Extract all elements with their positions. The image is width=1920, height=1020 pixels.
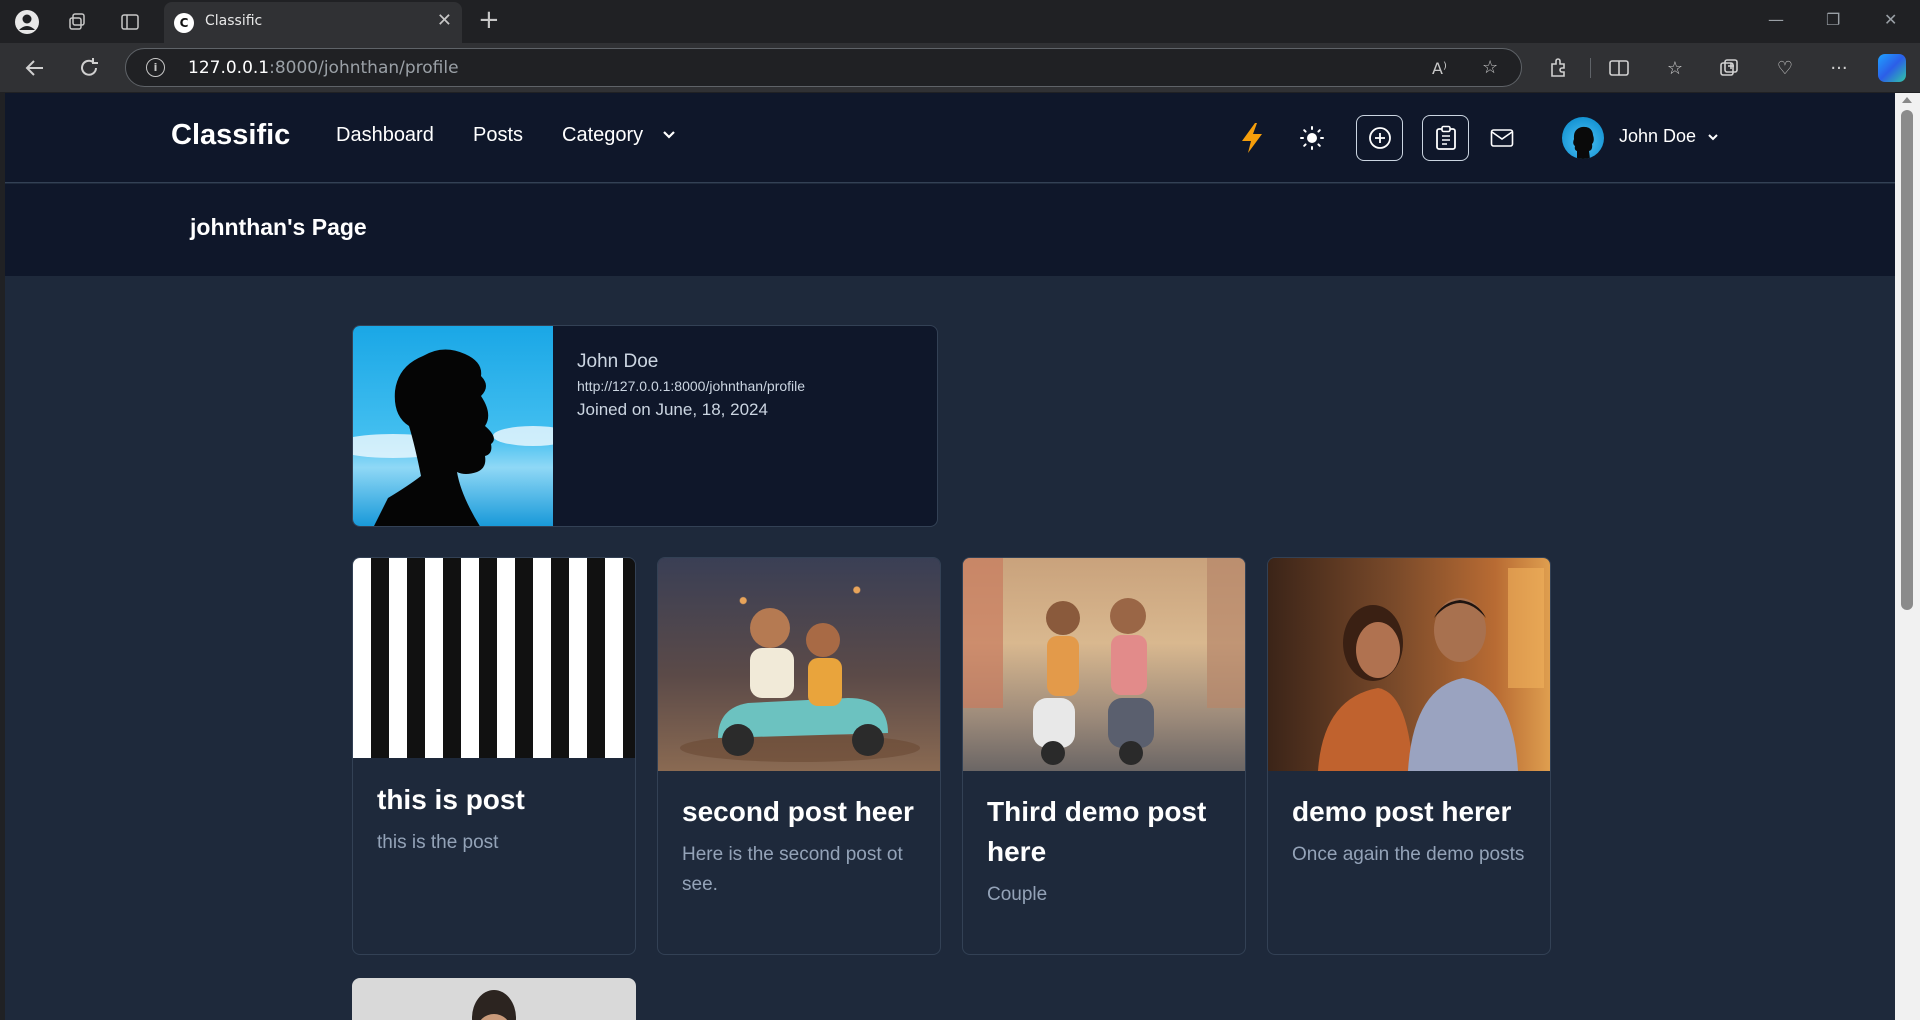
page-title-band: johnthan's Page bbox=[5, 184, 1895, 276]
back-icon[interactable] bbox=[22, 55, 48, 81]
post-image bbox=[1268, 558, 1550, 771]
scroll-up-arrow-icon[interactable] bbox=[1902, 97, 1912, 103]
profile-name: John Doe bbox=[577, 351, 659, 372]
url-text[interactable]: 127.0.0.1:8000/johnthan/profile bbox=[188, 58, 459, 78]
browser-essentials-icon[interactable]: ♡ bbox=[1772, 55, 1798, 81]
workspaces-icon[interactable] bbox=[64, 9, 90, 35]
tab-title: Classific bbox=[205, 13, 263, 29]
tab-favicon-icon: C bbox=[174, 13, 194, 33]
minimize-icon[interactable]: — bbox=[1768, 10, 1784, 29]
post-image bbox=[472, 990, 516, 1020]
close-tab-icon[interactable]: ✕ bbox=[437, 11, 452, 31]
theme-toggle-sun-icon[interactable] bbox=[1295, 121, 1329, 155]
site-info-icon[interactable]: i bbox=[146, 58, 165, 77]
restore-icon[interactable]: ❐ bbox=[1826, 10, 1840, 29]
mail-icon[interactable] bbox=[1485, 121, 1519, 155]
clipboard-icon bbox=[1435, 125, 1456, 150]
copilot-icon[interactable] bbox=[1878, 54, 1906, 82]
read-aloud-icon[interactable]: A⁾ bbox=[1432, 59, 1447, 78]
more-menu-icon[interactable]: ··· bbox=[1826, 55, 1852, 81]
browser-tab[interactable]: C Classific ✕ bbox=[164, 2, 462, 43]
post-body: this is the post bbox=[377, 832, 499, 853]
scrollbar-thumb[interactable] bbox=[1901, 110, 1913, 610]
address-bar[interactable]: i 127.0.0.1:8000/johnthan/profile A⁾ ☆ bbox=[125, 48, 1522, 87]
browser-tab-bar: C Classific ✕ + — ❐ ✕ bbox=[0, 0, 1920, 43]
post-body: Here is the second post ot see. bbox=[682, 844, 903, 895]
user-menu-name[interactable]: John Doe bbox=[1619, 126, 1696, 147]
site-header: Classific Dashboard Posts Category John … bbox=[5, 93, 1895, 183]
post-card[interactable]: this is post this is the post bbox=[352, 557, 636, 955]
favorite-star-icon[interactable]: ☆ bbox=[1482, 57, 1498, 78]
new-tab-icon[interactable]: + bbox=[478, 7, 500, 33]
favorites-icon[interactable]: ☆ bbox=[1662, 55, 1688, 81]
post-title[interactable]: second post heer bbox=[682, 792, 922, 832]
nav-posts[interactable]: Posts bbox=[473, 124, 523, 147]
post-card-partial[interactable] bbox=[352, 978, 636, 1020]
user-avatar[interactable] bbox=[1562, 117, 1604, 159]
user-menu-chevron-icon[interactable] bbox=[1707, 133, 1719, 141]
lightning-icon[interactable] bbox=[1235, 120, 1269, 156]
collections-icon[interactable] bbox=[1716, 55, 1742, 81]
post-body: Once again the demo posts bbox=[1292, 844, 1525, 865]
post-title[interactable]: this is post bbox=[377, 780, 617, 820]
post-card[interactable]: demo post herer Once again the demo post… bbox=[1267, 557, 1551, 955]
profile-joined-date: Joined on June, 18, 2024 bbox=[577, 400, 768, 419]
close-window-icon[interactable]: ✕ bbox=[1884, 10, 1897, 29]
post-title[interactable]: demo post herer bbox=[1292, 792, 1532, 832]
post-image bbox=[658, 558, 940, 771]
profile-icon[interactable] bbox=[14, 9, 40, 35]
refresh-icon[interactable] bbox=[76, 55, 102, 81]
split-screen-icon[interactable] bbox=[1606, 55, 1632, 81]
nav-category[interactable]: Category bbox=[562, 124, 643, 147]
post-card[interactable]: second post heer Here is the second post… bbox=[657, 557, 941, 955]
post-image bbox=[963, 558, 1245, 771]
profile-url[interactable]: http://127.0.0.1:8000/johnthan/profile bbox=[577, 378, 805, 394]
post-body: Couple bbox=[987, 884, 1048, 905]
extensions-icon[interactable] bbox=[1546, 55, 1572, 81]
post-image bbox=[353, 558, 635, 758]
clipboard-button[interactable] bbox=[1422, 115, 1469, 161]
page-viewport: Classific Dashboard Posts Category John … bbox=[5, 93, 1895, 1020]
browser-toolbar: i 127.0.0.1:8000/johnthan/profile A⁾ ☆ ☆… bbox=[0, 43, 1920, 92]
plus-circle-icon bbox=[1368, 127, 1391, 149]
profile-picture bbox=[353, 326, 553, 526]
post-title[interactable]: Third demo post here bbox=[987, 792, 1227, 872]
nav-dashboard[interactable]: Dashboard bbox=[336, 124, 434, 147]
chevron-down-icon[interactable] bbox=[662, 130, 676, 140]
post-card[interactable]: Third demo post here Couple bbox=[962, 557, 1246, 955]
profile-card: John Doe http://127.0.0.1:8000/johnthan/… bbox=[352, 325, 938, 527]
page-scrollbar[interactable] bbox=[1895, 93, 1920, 1020]
toolbar-separator bbox=[1590, 58, 1591, 78]
brand-logo[interactable]: Classific bbox=[171, 119, 290, 152]
page-title: johnthan's Page bbox=[190, 214, 367, 240]
add-post-button[interactable] bbox=[1356, 115, 1403, 161]
tab-actions-icon[interactable] bbox=[117, 9, 143, 35]
